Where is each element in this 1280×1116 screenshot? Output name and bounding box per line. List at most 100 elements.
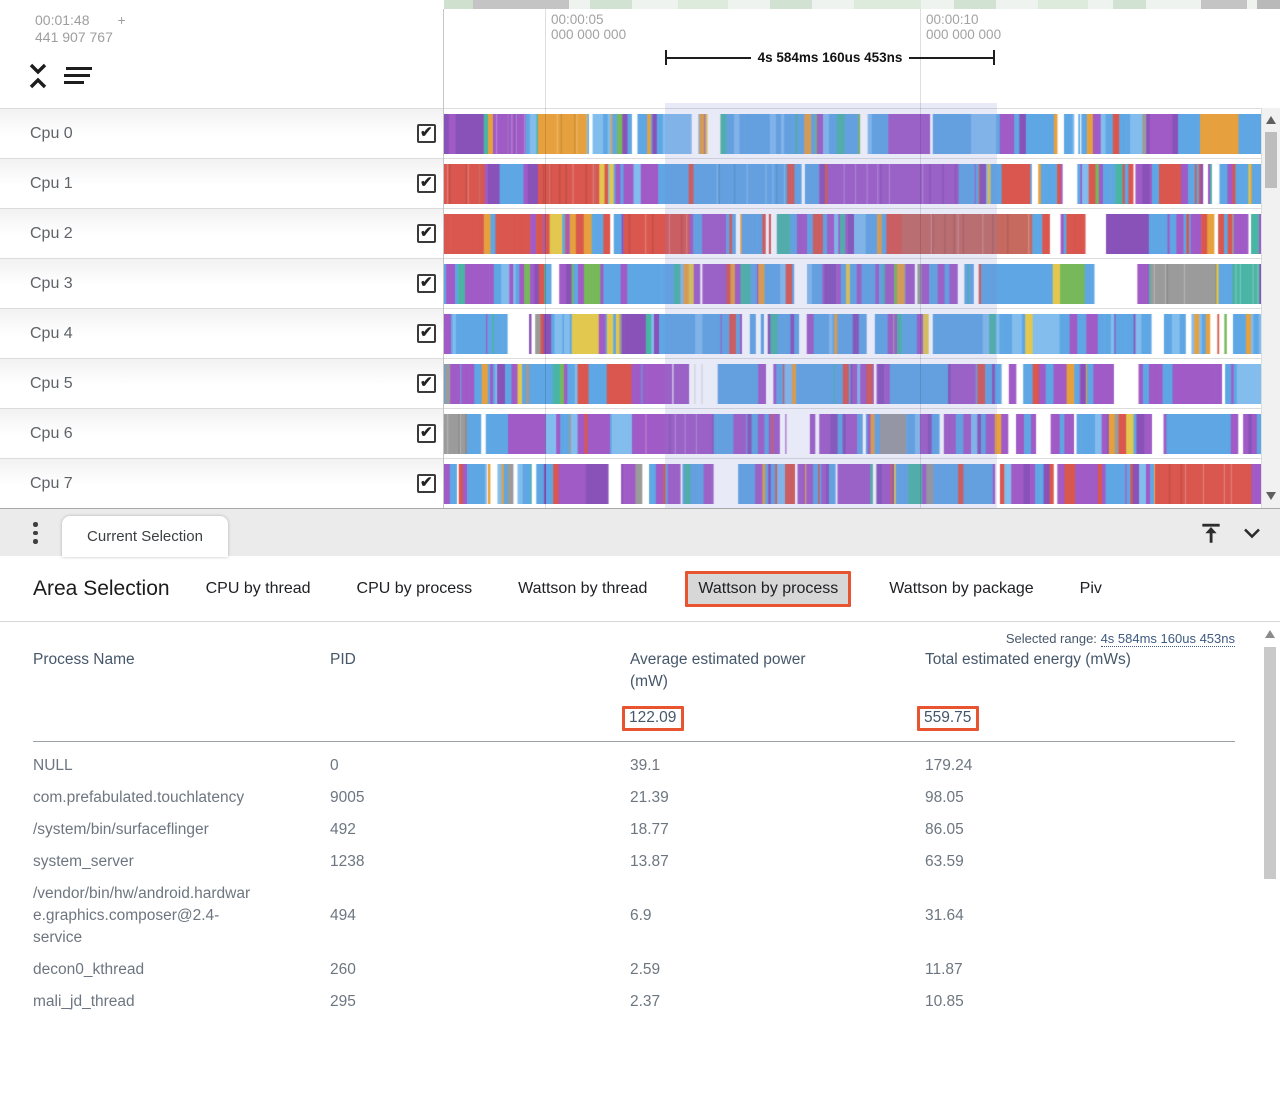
tab-cpu-by-process[interactable]: CPU by process — [357, 580, 473, 598]
cell-avg-power: 39.1 — [630, 755, 925, 777]
cell-process-name: system_server — [33, 851, 258, 873]
tab-current-selection[interactable]: Current Selection — [62, 516, 228, 557]
track-timeline-cpu2[interactable] — [444, 209, 1261, 258]
table-row: NULL 0 39.1 179.24 — [33, 750, 1235, 782]
cell-pid: 260 — [330, 959, 630, 981]
scroll-up-arrow[interactable] — [1265, 630, 1275, 638]
tracks-scrollbar[interactable] — [1261, 108, 1280, 508]
track-checkbox[interactable] — [417, 474, 436, 493]
track-row: Cpu 4 — [0, 308, 1261, 358]
cell-pid: 494 — [330, 905, 630, 927]
col-process-name: Process Name — [33, 649, 330, 693]
table-row: /system/bin/surfaceflinger 492 18.77 86.… — [33, 814, 1235, 846]
table-row: com.prefabulated.touchlatency 9005 21.39… — [33, 782, 1235, 814]
track-row: Cpu 0 — [0, 108, 1261, 158]
sort-tracks-icon[interactable] — [64, 65, 94, 87]
cell-pid: 0 — [330, 755, 630, 777]
track-row: Cpu 2 — [0, 208, 1261, 258]
track-timeline-cpu0[interactable] — [444, 109, 1261, 158]
cell-avg-power: 2.37 — [630, 991, 925, 1013]
cell-avg-power: 2.59 — [630, 959, 925, 981]
selected-range-value[interactable]: 4s 584ms 160us 453ns — [1101, 631, 1235, 647]
track-header-cpu4[interactable]: Cpu 4 — [0, 309, 444, 358]
perfetto-trace-viewer: 00:01:48 + 441 907 767 00:00:05000 000 00… — [0, 0, 1280, 1116]
track-row: Cpu 7 — [0, 458, 1261, 508]
expand-panel-top-icon[interactable] — [1198, 520, 1224, 546]
track-timeline-cpu7[interactable] — [444, 459, 1261, 508]
track-row: Cpu 3 — [0, 258, 1261, 308]
tab-wattson-by-thread[interactable]: Wattson by thread — [518, 580, 647, 598]
viewport-timestamp: 00:01:48 + 441 907 767 — [35, 12, 126, 46]
scrollbar-thumb[interactable] — [1264, 647, 1276, 879]
ruler-mark-5s: 00:00:05000 000 000 — [551, 12, 626, 42]
table-row: system_server 1238 13.87 63.59 — [33, 846, 1235, 878]
track-checkbox[interactable] — [417, 424, 436, 443]
track-label: Cpu 2 — [0, 225, 73, 243]
scroll-up-arrow[interactable] — [1266, 116, 1276, 124]
track-checkbox[interactable] — [417, 324, 436, 343]
track-header-cpu1[interactable]: Cpu 1 — [0, 159, 444, 208]
track-checkbox[interactable] — [417, 374, 436, 393]
col-total-energy: Total estimated energy (mWs) — [925, 649, 1235, 693]
viewport-plus: + — [118, 12, 126, 28]
chevron-down-icon[interactable] — [1240, 521, 1264, 545]
table-row: mali_jd_thread 295 2.37 10.85 — [33, 986, 1235, 1018]
cell-total-energy: 63.59 — [925, 851, 1235, 873]
track-row: Cpu 5 — [0, 358, 1261, 408]
track-header-cpu6[interactable]: Cpu 6 — [0, 409, 444, 458]
table-scrollbar[interactable] — [1262, 630, 1277, 1108]
track-checkbox[interactable] — [417, 124, 436, 143]
table-row: decon0_kthread 260 2.59 11.87 — [33, 954, 1235, 986]
cell-avg-power: 13.87 — [630, 851, 925, 873]
selection-measurement: 4s 584ms 160us 453ns — [665, 50, 995, 66]
ruler-gridline — [920, 9, 921, 508]
track-header-cpu5[interactable]: Cpu 5 — [0, 359, 444, 408]
track-checkbox[interactable] — [417, 274, 436, 293]
track-label: Cpu 5 — [0, 375, 73, 393]
cell-pid: 9005 — [330, 787, 630, 809]
track-timeline-cpu1[interactable] — [444, 159, 1261, 208]
track-checkbox[interactable] — [417, 224, 436, 243]
cell-total-energy: 11.87 — [925, 959, 1235, 981]
viewport-offset: 441 907 767 — [35, 29, 126, 46]
cell-avg-power: 18.77 — [630, 819, 925, 841]
cell-total-energy: 179.24 — [925, 755, 1235, 777]
scrollbar-thumb[interactable] — [1265, 132, 1277, 188]
table-row: /vendor/bin/hw/android.hardware.graphics… — [33, 878, 1235, 954]
cell-avg-power: 6.9 — [630, 905, 925, 927]
cell-process-name: /system/bin/surfaceflinger — [33, 819, 258, 841]
track-header-cpu7[interactable]: Cpu 7 — [0, 459, 444, 508]
tab-wattson-by-process[interactable]: Wattson by process — [685, 571, 851, 607]
kebab-menu-icon[interactable] — [33, 522, 38, 544]
tab-cpu-by-thread[interactable]: CPU by thread — [206, 580, 311, 598]
track-timeline-cpu6[interactable] — [444, 409, 1261, 458]
tab-pivot[interactable]: Piv — [1080, 580, 1102, 598]
track-pane-divider — [443, 9, 444, 508]
col-avg-power: Average estimated power (mW) — [630, 649, 820, 693]
tab-wattson-by-package[interactable]: Wattson by package — [889, 580, 1033, 598]
timeline-minimap[interactable] — [444, 0, 1280, 9]
col-pid: PID — [330, 649, 630, 693]
area-selection-header: Area Selection CPU by thread CPU by proc… — [0, 556, 1280, 622]
viewport-time: 00:01:48 — [35, 12, 90, 28]
wattson-process-table: Selected range: 4s 584ms 160us 453ns Pro… — [0, 622, 1280, 1116]
table-header-row: Process Name PID Average estimated power… — [33, 649, 1235, 693]
panel-title: Area Selection — [33, 577, 170, 601]
track-timeline-cpu4[interactable] — [444, 309, 1261, 358]
track-row: Cpu 6 — [0, 408, 1261, 458]
cell-process-name: decon0_kthread — [33, 959, 258, 981]
cell-total-energy: 31.64 — [925, 905, 1235, 927]
cell-pid: 295 — [330, 991, 630, 1013]
track-label: Cpu 6 — [0, 425, 73, 443]
track-timeline-cpu5[interactable] — [444, 359, 1261, 408]
track-header-cpu2[interactable]: Cpu 2 — [0, 209, 444, 258]
track-label: Cpu 0 — [0, 125, 73, 143]
collapse-tracks-icon[interactable] — [26, 62, 50, 90]
track-header-cpu3[interactable]: Cpu 3 — [0, 259, 444, 308]
cell-total-energy: 98.05 — [925, 787, 1235, 809]
selected-range: Selected range: 4s 584ms 160us 453ns — [33, 622, 1235, 646]
track-checkbox[interactable] — [417, 174, 436, 193]
track-header-cpu0[interactable]: Cpu 0 — [0, 109, 444, 158]
scroll-down-arrow[interactable] — [1266, 492, 1276, 500]
track-timeline-cpu3[interactable] — [444, 259, 1261, 308]
